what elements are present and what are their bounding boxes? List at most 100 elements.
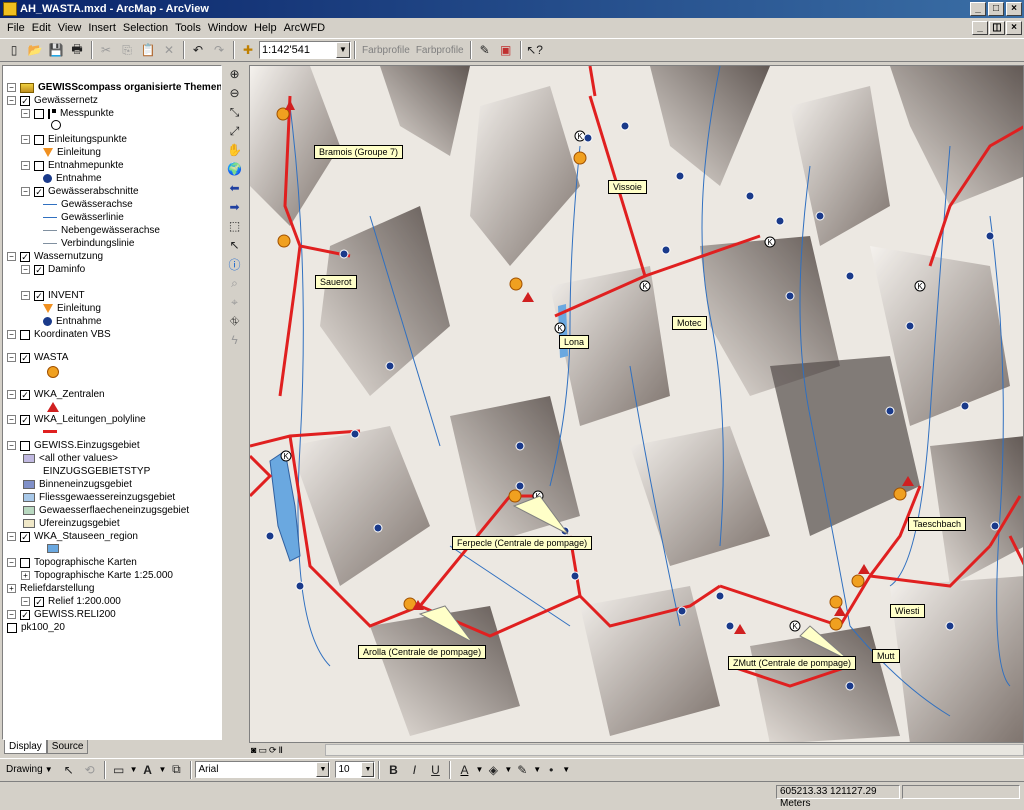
redo-icon[interactable]: ↷ [209,40,229,60]
chevron-down-icon[interactable]: ▼ [45,765,53,774]
collapse-icon[interactable]: − [7,83,16,92]
fill-color-icon[interactable]: ◈ [483,760,503,780]
chevron-down-icon[interactable]: ▼ [533,765,541,774]
map-label-vissoie[interactable]: Vissoie [608,180,647,194]
menu-view[interactable]: View [55,22,85,34]
open-folder-icon[interactable]: 📂 [25,40,45,60]
forward-extent-icon[interactable]: ➡ [225,198,245,216]
menu-arcwfd[interactable]: ArcWFD [281,22,329,34]
toc-layer-row[interactable]: Gewässerlinie [43,211,124,224]
expand-icon[interactable]: + [21,571,30,580]
layer-visibility-checkbox[interactable]: ✓ [20,531,30,542]
collapse-icon[interactable]: − [7,441,16,450]
go-to-xy-icon[interactable]: ⌖ [225,293,245,311]
toc-layer-row[interactable]: Einleitung [43,146,101,159]
map-label-motec[interactable]: Motec [672,316,707,330]
select-elements-icon[interactable]: ↖ [225,236,245,254]
rotate-icon[interactable]: ⟲ [80,760,100,780]
chevron-down-icon[interactable]: ▼ [475,765,483,774]
collapse-icon[interactable]: − [7,558,16,567]
menu-window[interactable]: Window [205,22,250,34]
rectangle-icon[interactable]: ▭ [109,760,129,780]
chevron-down-icon[interactable]: ▼ [562,765,570,774]
toc-layer-row[interactable]: − ✓ WKA_Zentralen [7,388,105,401]
data-view-icon[interactable]: ◙ [251,745,256,755]
line-color-icon[interactable]: ✎ [512,760,532,780]
italic-button[interactable]: I [404,760,424,780]
toc-layer-row[interactable]: Nebengewässerachse [43,224,160,237]
layer-visibility-checkbox[interactable]: ✓ [34,290,44,301]
drawing-menu[interactable]: Drawing [6,764,43,775]
doc-close-button[interactable]: × [1006,21,1022,35]
fixed-zoom-in-icon[interactable]: ⤡ [225,103,245,121]
layout-view-icon[interactable]: ▭ [258,745,267,756]
toc-layer-row[interactable]: − ✓ Wassernutzung [7,250,103,263]
layer-visibility-checkbox[interactable]: ✓ [20,251,30,262]
expand-icon[interactable]: + [7,584,16,593]
layer-visibility-checkbox[interactable]: ✓ [34,596,44,607]
collapse-icon[interactable]: − [7,390,16,399]
font-name-combo[interactable]: Arial ▼ [195,761,331,778]
collapse-icon[interactable]: − [7,330,16,339]
paste-icon[interactable]: 📋 [138,40,158,60]
minimize-button[interactable]: _ [970,2,986,16]
layer-visibility-checkbox[interactable] [34,160,44,171]
toc-layer-row[interactable]: + Reliefdarstellung [7,582,95,595]
layer-visibility-checkbox[interactable]: ✓ [20,95,30,106]
toc-layer-row[interactable]: − Koordinaten VBS [7,328,111,341]
toc-layer-row[interactable]: Entnahme [43,315,102,328]
toc-layer-row[interactable]: − ✓ Gewässerabschnitte [21,185,139,198]
collapse-icon[interactable]: − [21,291,30,300]
layer-visibility-checkbox[interactable]: ✓ [34,264,44,275]
pan-icon[interactable]: ✋ [225,141,245,159]
menu-edit[interactable]: Edit [29,22,54,34]
chevron-down-icon[interactable]: ▼ [130,765,138,774]
collapse-icon[interactable]: − [7,252,16,261]
map-label-sauerot[interactable]: Sauerot [315,275,357,289]
toc-layer-row[interactable]: Einleitung [43,302,101,315]
toc-layer-row[interactable]: Ufereinzugsgebiet [23,517,120,530]
menu-insert[interactable]: Insert [85,22,119,34]
maximize-button[interactable]: □ [988,2,1004,16]
back-extent-icon[interactable]: ⬅ [225,179,245,197]
toc-layer-row[interactable]: − Topographische Karten [7,556,137,569]
zoom-out-icon[interactable]: ⊖ [225,84,245,102]
bold-button[interactable]: B [383,760,403,780]
copy-icon[interactable]: ⎘ [117,40,137,60]
toc-layer-row[interactable]: Binneneinzugsgebiet [23,478,132,491]
doc-minimize-button[interactable]: _ [972,21,988,35]
layer-visibility-checkbox[interactable] [34,108,44,119]
map-label-zmutt[interactable]: ZMutt (Centrale de pompage) [728,656,857,670]
measure-icon[interactable]: ⛗ [225,312,245,330]
layer-visibility-checkbox[interactable] [34,134,44,145]
pause-drawing-icon[interactable]: Ⅱ [279,745,283,756]
toc-layer-row[interactable]: − ✓ Daminfo [21,263,85,276]
menu-file[interactable]: File [4,22,28,34]
menu-help[interactable]: Help [251,22,280,34]
chevron-down-icon[interactable]: ▼ [336,42,350,58]
map-display[interactable]: K K K K K K K K [249,65,1024,743]
whats-this-icon[interactable]: ↖? [525,40,545,60]
toc-layer-row[interactable]: Entnahme [43,172,102,185]
collapse-icon[interactable]: − [7,353,16,362]
new-document-icon[interactable]: ▯ [4,40,24,60]
map-label-wiesti[interactable]: Wiesti [890,604,925,618]
collapse-icon[interactable]: − [21,135,30,144]
map-label-ferpecle[interactable]: Ferpecle (Centrale de pompage) [452,536,593,550]
toc-layer-row[interactable]: EINZUGSGEBIETSTYP [43,465,150,478]
toc-layer-row[interactable]: − GEWISS.Einzugsgebiet [7,439,140,452]
layer-visibility-checkbox[interactable]: ✓ [20,389,30,400]
toc-layer-row[interactable]: − ✓ WKA_Stauseen_region [7,530,138,543]
tab-source[interactable]: Source [46,740,89,754]
map-label-mutt[interactable]: Mutt [872,649,900,663]
undo-icon[interactable]: ↶ [188,40,208,60]
collapse-icon[interactable]: − [7,610,16,619]
layer-visibility-checkbox[interactable] [20,329,30,340]
close-button[interactable]: × [1006,2,1022,16]
layer-visibility-checkbox[interactable]: ✓ [34,186,44,197]
zoom-in-icon[interactable]: ⊕ [225,65,245,83]
collapse-icon[interactable]: − [7,532,16,541]
doc-restore-button[interactable]: ◫ [989,21,1005,35]
map-horizontal-scrollbar[interactable] [324,744,1024,756]
map-canvas[interactable]: K K K K K K K K [250,66,1024,743]
